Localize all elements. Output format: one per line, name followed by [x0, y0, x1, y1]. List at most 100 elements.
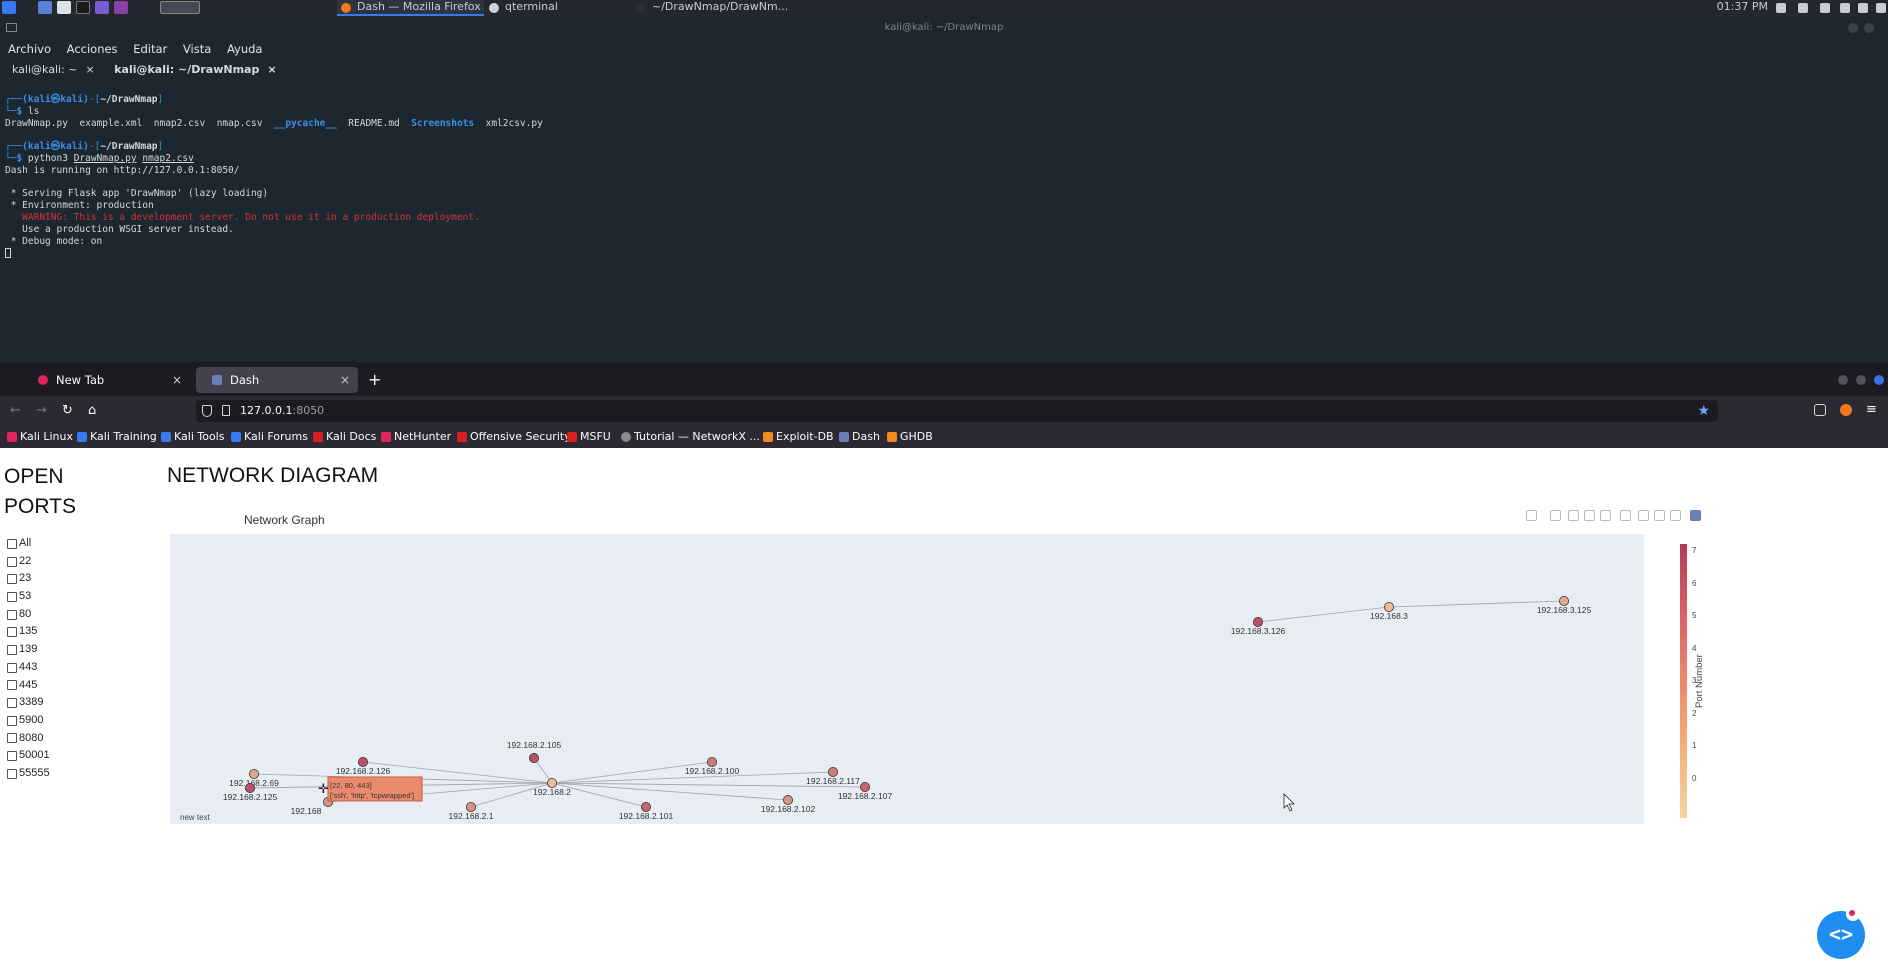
menu-editar[interactable]: Editar	[133, 42, 167, 56]
minimize-button[interactable]	[1848, 23, 1858, 33]
menu-vista[interactable]: Vista	[183, 42, 211, 56]
port-checkbox-22[interactable]: 22	[7, 553, 50, 571]
port-checkbox-80[interactable]: 80	[7, 606, 50, 624]
url-bar[interactable]: 127.0.0.1:8050 ★	[196, 400, 1718, 422]
file-manager-icon[interactable]	[57, 1, 71, 14]
checkbox[interactable]	[7, 609, 17, 620]
menu-acciones[interactable]: Acciones	[67, 42, 118, 56]
new-tab-button[interactable]: +	[368, 367, 381, 393]
port-checkbox-55555[interactable]: 55555	[7, 765, 50, 783]
bookmark-exploit-db[interactable]: Exploit-DB	[762, 426, 834, 448]
checkbox[interactable]	[7, 680, 17, 691]
power-icon[interactable]	[1876, 3, 1886, 13]
battery-icon[interactable]	[1840, 3, 1850, 13]
bookmark-ghdb[interactable]: GHDB	[886, 426, 933, 448]
port-checkbox-135[interactable]: 135	[7, 623, 50, 641]
back-icon[interactable]: ←	[10, 402, 21, 420]
graph-node[interactable]	[528, 752, 539, 763]
checkbox[interactable]	[7, 627, 17, 638]
checkbox[interactable]	[7, 574, 17, 585]
menu-ayuda[interactable]: Ayuda	[227, 42, 263, 56]
network-graph[interactable]: Network Graph 192.168.2.69 192.168.2.125 1…	[168, 510, 1728, 824]
checkbox[interactable]	[7, 698, 17, 709]
checkbox[interactable]	[7, 556, 17, 567]
bookmark-kali-forums[interactable]: Kali Forums	[230, 426, 308, 448]
close-icon[interactable]: ×	[340, 367, 350, 393]
workspace-switcher[interactable]	[160, 1, 200, 14]
close-icon[interactable]: ×	[172, 367, 182, 393]
terminal-tab-home[interactable]: kali@kali: ~ ×	[4, 58, 103, 82]
terminal-launcher-icon[interactable]	[76, 1, 90, 14]
url-text[interactable]: 127.0.0.1:8050	[240, 400, 324, 422]
bookmark-offensive-security[interactable]: Offensive Security	[456, 426, 571, 448]
close-icon[interactable]: ×	[267, 63, 276, 76]
kali-docs-icon	[313, 432, 323, 442]
ls-file: nmap2.csv	[153, 117, 206, 129]
port-checkbox-8080[interactable]: 8080	[7, 730, 50, 748]
menu-archivo[interactable]: Archivo	[8, 42, 51, 56]
checkbox[interactable]	[7, 662, 17, 673]
bookmark-networkx-tutorial[interactable]: Tutorial — NetworkX ...	[620, 426, 760, 448]
port-checkbox-all[interactable]: All	[7, 535, 50, 553]
maximize-button[interactable]	[1864, 23, 1874, 33]
port-checkbox-3389[interactable]: 3389	[7, 694, 50, 712]
bookmark-kali-tools[interactable]: Kali Tools	[160, 426, 224, 448]
page-info-icon[interactable]	[222, 405, 230, 416]
terminal-tab-drawnmap[interactable]: kali@kali: ~/DrawNmap ×	[106, 58, 284, 82]
display-icon[interactable]	[1776, 3, 1786, 13]
bookmark-msfu[interactable]: MSFU	[566, 426, 611, 448]
checkbox[interactable]	[7, 715, 17, 726]
reset-axes-icon[interactable]	[1670, 510, 1681, 521]
checkbox[interactable]	[7, 751, 17, 762]
prompt-dir: ~/DrawNmap	[100, 94, 158, 105]
port-checkbox-5900[interactable]: 5900	[7, 712, 50, 730]
browser-tab-newtab[interactable]: New Tab ×	[22, 367, 190, 393]
bookmark-kali-linux[interactable]: Kali Linux	[6, 426, 73, 448]
warning-line: WARNING: This is a development server. D…	[5, 211, 480, 223]
close-icon[interactable]: ×	[85, 63, 94, 76]
plotly-logo-icon[interactable]	[1690, 510, 1701, 521]
close-window-button[interactable]	[1874, 375, 1884, 385]
terminal-output[interactable]: ┌──(kali㉿kali)-[~/DrawNmap] └─$ ls DrawN…	[0, 82, 1888, 259]
port-checkbox-139[interactable]: 139	[7, 641, 50, 659]
show-desktop-icon[interactable]	[38, 1, 52, 14]
menu-hamburger-icon[interactable]: ≡	[1866, 401, 1877, 419]
checkbox[interactable]	[7, 591, 17, 602]
extension-icon[interactable]	[1840, 404, 1852, 416]
bookmark-star-icon[interactable]: ★	[1697, 401, 1710, 421]
task-drawnmap[interactable]: ~/DrawNmap/DrawNm...	[632, 0, 792, 16]
volume-icon[interactable]	[1798, 3, 1808, 13]
lock-icon[interactable]	[1858, 3, 1868, 13]
task-qterminal[interactable]: qterminal	[485, 0, 625, 16]
bookmark-nethunter[interactable]: NetHunter	[380, 426, 451, 448]
checkbox[interactable]	[7, 644, 17, 655]
pocket-icon[interactable]	[1814, 404, 1826, 416]
browser-tab-dash[interactable]: Dash ×	[196, 367, 358, 393]
home-icon[interactable]: ⌂	[88, 402, 96, 420]
port-checkbox-23[interactable]: 23	[7, 570, 50, 588]
task-firefox[interactable]: Dash — Mozilla Firefox	[337, 0, 484, 16]
browser-launcher-icon[interactable]	[95, 1, 109, 14]
notification-bell-icon[interactable]	[1820, 3, 1830, 13]
maximize-button[interactable]	[1856, 375, 1866, 385]
checkbox[interactable]	[7, 538, 17, 549]
checkbox[interactable]	[7, 733, 17, 744]
node-label: 192.168.3	[1370, 611, 1408, 621]
bookmark-kali-training[interactable]: Kali Training	[76, 426, 157, 448]
kali-menu-icon[interactable]	[2, 1, 16, 14]
port-checkbox-443[interactable]: 443	[7, 659, 50, 677]
minimize-button[interactable]	[1838, 375, 1848, 385]
port-checkbox-50001[interactable]: 50001	[7, 747, 50, 765]
workspace-icon[interactable]	[114, 1, 128, 14]
forward-icon[interactable]: →	[36, 402, 47, 420]
port-checkbox-445[interactable]: 445	[7, 677, 50, 695]
autoscale-icon[interactable]	[1654, 510, 1665, 521]
port-checkbox-53[interactable]: 53	[7, 588, 50, 606]
clock[interactable]: 01:37 PM	[1717, 0, 1768, 14]
reload-icon[interactable]: ↻	[62, 402, 73, 420]
bookmark-kali-docs[interactable]: Kali Docs	[312, 426, 376, 448]
tracking-shield-icon[interactable]	[202, 405, 212, 417]
checkbox[interactable]	[7, 768, 17, 779]
bookmark-dash[interactable]: Dash	[838, 426, 880, 448]
output-line: * Debug mode: on	[5, 235, 103, 247]
